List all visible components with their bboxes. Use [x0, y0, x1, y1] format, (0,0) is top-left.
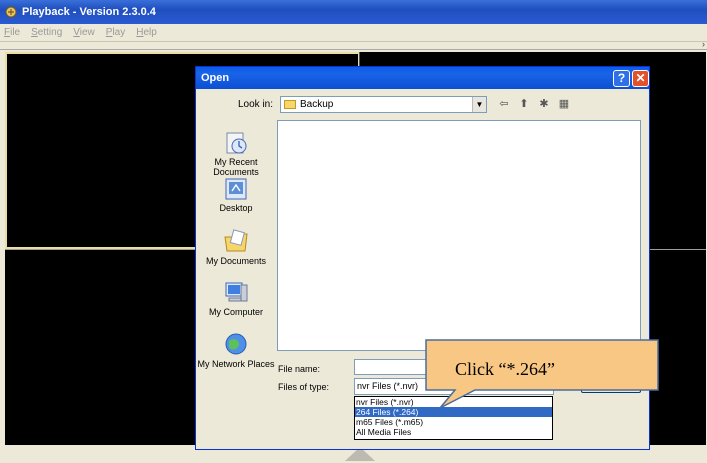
place-label: My Recent Documents [213, 157, 259, 177]
callout-text: Click “*.264” [455, 359, 555, 379]
dialog-toolbar: ⇦ ⬆ ✱ ▦ [497, 97, 571, 111]
place-label: Desktop [219, 203, 253, 213]
look-in-label: Look in: [238, 99, 274, 110]
file-type-option-264[interactable]: 264 Files (*.264) [355, 407, 552, 417]
file-type-option-all-media[interactable]: All Media Files [355, 427, 552, 437]
file-list[interactable] [277, 120, 641, 351]
place-network[interactable]: My Network Places [196, 331, 276, 369]
menu-view[interactable]: View [73, 27, 95, 38]
title-bar: Playback - Version 2.3.0.4 [0, 0, 707, 24]
place-desktop[interactable]: Desktop [196, 177, 276, 213]
open-dialog: Open ? ✕ Look in: Backup ▼ ⇦ ⬆ ✱ ▦ My Re… [195, 66, 650, 450]
chevron-down-icon[interactable]: ▼ [472, 97, 486, 112]
place-label: My Computer [208, 307, 263, 317]
file-type-option-m65[interactable]: m65 Files (*.m65) [355, 417, 552, 427]
file-type-dropdown: nvr Files (*.nvr) 264 Files (*.264) m65 … [354, 396, 553, 440]
view-menu-icon[interactable]: ▦ [557, 97, 571, 111]
close-button[interactable]: ✕ [632, 70, 649, 87]
place-my-computer[interactable]: My Computer [196, 279, 276, 317]
folder-icon [284, 100, 296, 109]
menu-bar: File Setting View Play Help [0, 24, 707, 42]
window-title: Playback - Version 2.3.0.4 [22, 6, 156, 18]
network-places-icon [225, 333, 247, 355]
places-bar: My Recent Documents Desktop My Documents [196, 113, 276, 403]
menu-play[interactable]: Play [106, 27, 125, 38]
files-of-type-label: Files of type: [278, 382, 330, 392]
menu-help[interactable]: Help [136, 27, 157, 38]
up-folder-icon[interactable]: ⬆ [517, 97, 531, 111]
menu-setting[interactable]: Setting [31, 27, 62, 38]
place-label: My Network Places [197, 359, 275, 369]
place-recent-documents[interactable]: My Recent Documents [196, 131, 276, 177]
app-icon [5, 6, 17, 18]
place-label: My Documents [205, 256, 267, 266]
new-folder-icon[interactable]: ✱ [537, 97, 551, 111]
timeline-strip[interactable]: › [0, 39, 707, 50]
dialog-title-bar: Open [196, 67, 649, 89]
place-my-documents[interactable]: My Documents [196, 228, 276, 266]
scroll-right-arrow-icon[interactable]: › [702, 39, 705, 49]
back-arrow-icon[interactable]: ⇦ [497, 97, 511, 111]
my-documents-icon [224, 229, 248, 252]
playback-window: Playback - Version 2.3.0.4 File Setting … [0, 0, 707, 463]
file-type-option-nvr[interactable]: nvr Files (*.nvr) [355, 397, 552, 407]
help-button[interactable]: ? [613, 70, 630, 87]
desktop-icon [225, 178, 247, 200]
look-in-value: Backup [300, 99, 334, 110]
menu-file[interactable]: File [4, 27, 20, 38]
my-computer-icon [225, 282, 248, 302]
file-name-label: File name: [278, 364, 321, 374]
look-in-combo[interactable]: Backup ▼ [280, 96, 487, 113]
recent-documents-icon [226, 132, 247, 154]
dialog-title: Open [201, 72, 230, 84]
